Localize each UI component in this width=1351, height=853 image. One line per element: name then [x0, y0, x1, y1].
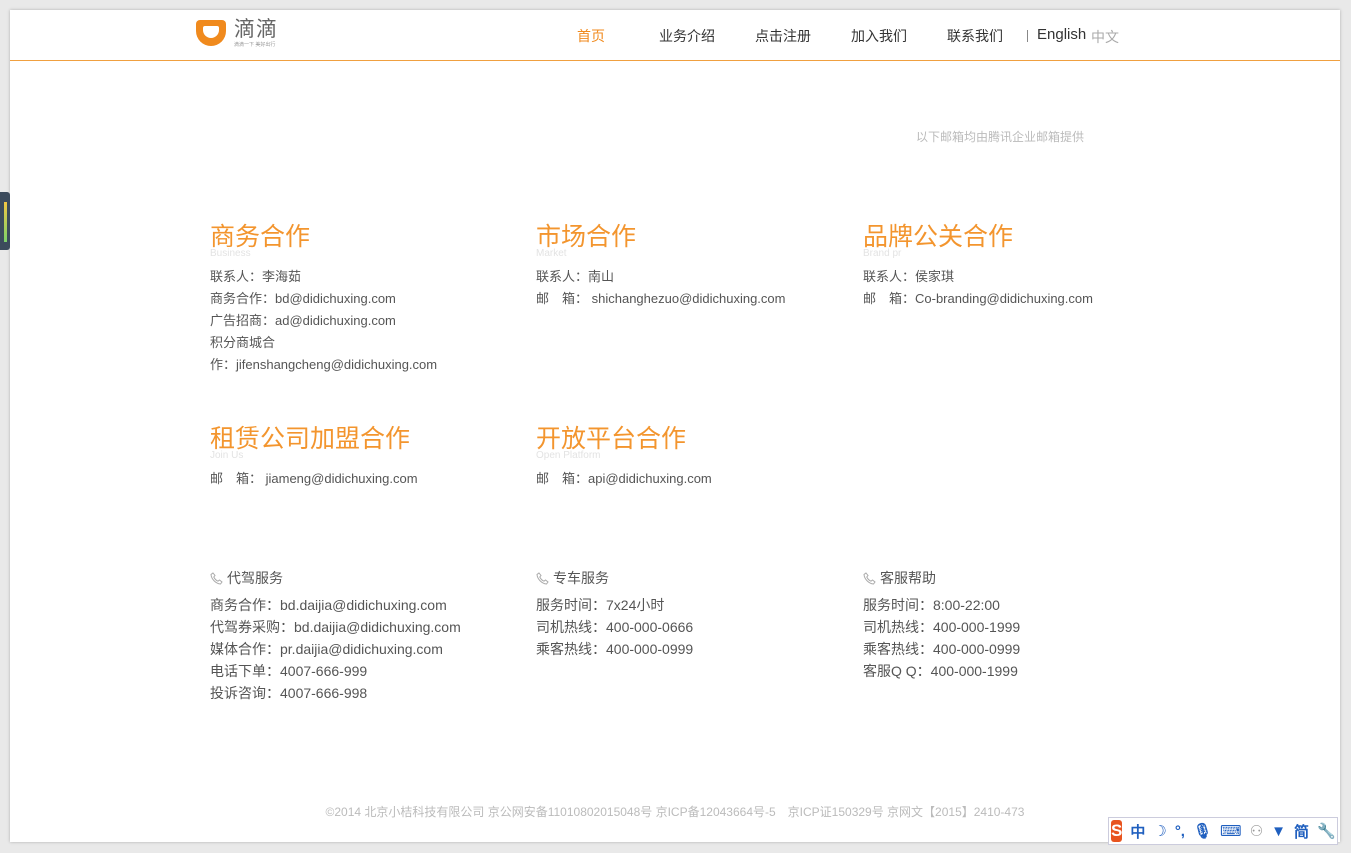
service-line: 乘客热线：400-000-0999	[863, 641, 1021, 657]
ime-mode[interactable]: 中	[1130, 821, 1145, 842]
service-line: 服务时间：7x24小时	[536, 597, 665, 613]
brand-pr-cooperation: 品牌公关合作 Brand pr 联系人：侯家琪 邮 箱：Co-branding@…	[863, 222, 1093, 310]
nav-contact-us[interactable]: 联系我们	[947, 26, 1003, 46]
contact-line: 邮 箱： jiameng@didichuxing.com	[210, 471, 418, 486]
ime-simplified[interactable]: 简	[1294, 821, 1309, 842]
contact-line: 广告招商：ad@didichuxing.com	[210, 313, 396, 328]
nav-join-us[interactable]: 加入我们	[851, 26, 907, 46]
wrench-icon[interactable]: 🔧	[1317, 822, 1336, 840]
daijia-service: 代驾服务 商务合作：bd.daijia@didichuxing.com 代驾券采…	[210, 568, 461, 704]
service-line: 服务时间：8:00-22:00	[863, 597, 1000, 613]
nav-home[interactable]: 首页	[577, 26, 605, 46]
contact-line: 邮 箱：api@didichuxing.com	[536, 471, 712, 486]
brand-name: 滴滴	[234, 18, 278, 41]
nav-register[interactable]: 点击注册	[755, 26, 811, 46]
contact-line: 邮 箱： shichanghezuo@didichuxing.com	[536, 291, 786, 306]
punctuation-icon[interactable]: °,	[1175, 823, 1185, 840]
contact-line: 联系人：南山	[536, 269, 615, 284]
email-notice: 以下邮箱均由腾讯企业邮箱提供	[916, 130, 1085, 144]
side-widget-tab[interactable]	[0, 192, 10, 250]
market-cooperation: 市场合作 Market 联系人：南山 邮 箱： shichanghezuo@di…	[536, 222, 785, 310]
service-line: 乘客热线：400-000-0999	[536, 641, 694, 657]
didi-logo-icon	[194, 18, 230, 48]
service-title: 代驾服务	[227, 570, 283, 586]
nav-business-intro[interactable]: 业务介绍	[659, 26, 715, 46]
logo[interactable]: 滴滴 滴滴一下 美好出行	[194, 18, 278, 52]
header: 滴滴 滴滴一下 美好出行 首页 业务介绍 点击注册 加入我们 联系我们 Engl…	[10, 10, 1340, 61]
phone-icon	[210, 571, 223, 585]
moon-icon[interactable]: ☽	[1153, 822, 1166, 840]
zhuanche-service: 专车服务 服务时间：7x24小时 司机热线：400-000-0666 乘客热线：…	[536, 568, 693, 660]
lang-chinese[interactable]: 中文	[1091, 27, 1119, 47]
contact-line: 作：jifenshangcheng@didichuxing.com	[210, 357, 438, 372]
service-title: 专车服务	[553, 570, 609, 586]
user-icon[interactable]: ⚇	[1250, 822, 1263, 840]
kefu-service: 客服帮助 服务时间：8:00-22:00 司机热线：400-000-1999 乘…	[863, 568, 1020, 682]
service-line: 电话下单：4007-666-999	[210, 663, 368, 679]
lang-divider	[1027, 30, 1028, 42]
service-title: 客服帮助	[880, 570, 936, 586]
service-line: 司机热线：400-000-0666	[536, 619, 694, 635]
service-line: 司机热线：400-000-1999	[863, 619, 1021, 635]
contact-line: 邮 箱：Co-branding@didichuxing.com	[863, 291, 1093, 306]
service-line: 客服Q Q：400-000-1999	[863, 663, 1018, 679]
service-line: 媒体合作：pr.daijia@didichuxing.com	[210, 641, 443, 657]
keyboard-icon[interactable]: ⌨	[1220, 822, 1242, 840]
service-line: 商务合作：bd.daijia@didichuxing.com	[210, 597, 447, 613]
service-line: 代驾券采购：bd.daijia@didichuxing.com	[210, 619, 461, 635]
page: 滴滴 滴滴一下 美好出行 首页 业务介绍 点击注册 加入我们 联系我们 Engl…	[10, 10, 1340, 842]
contact-line: 商务合作：bd@didichuxing.com	[210, 291, 396, 306]
ime-toolbar[interactable]: S 中 ☽ °, 🎙 ⌨ ⚇ ▼ 简 🔧	[1108, 817, 1338, 845]
platform-cooperation: 开放平台合作 Open Platform 邮 箱：api@didichuxing…	[536, 424, 712, 490]
service-line: 投诉咨询：4007-666-998	[210, 685, 368, 701]
join-cooperation: 租赁公司加盟合作 Join Us 邮 箱： jiameng@didichuxin…	[210, 424, 418, 490]
business-cooperation: 商务合作 Business 联系人：李海茹 商务合作：bd@didichuxin…	[210, 222, 437, 376]
phone-icon	[536, 571, 549, 585]
microphone-icon[interactable]: 🎙	[1193, 822, 1212, 840]
section-subtitle: Business	[210, 248, 251, 259]
phone-icon	[863, 571, 876, 585]
brand-slogan: 滴滴一下 美好出行	[234, 42, 276, 48]
contact-line: 联系人：李海茹	[210, 269, 302, 284]
contact-line: 积分商城合	[210, 335, 276, 350]
lang-english[interactable]: English	[1037, 26, 1086, 43]
contact-line: 联系人：侯家琪	[863, 269, 955, 284]
sogou-logo-icon[interactable]: S	[1111, 820, 1123, 842]
skin-icon[interactable]: ▼	[1271, 823, 1286, 840]
